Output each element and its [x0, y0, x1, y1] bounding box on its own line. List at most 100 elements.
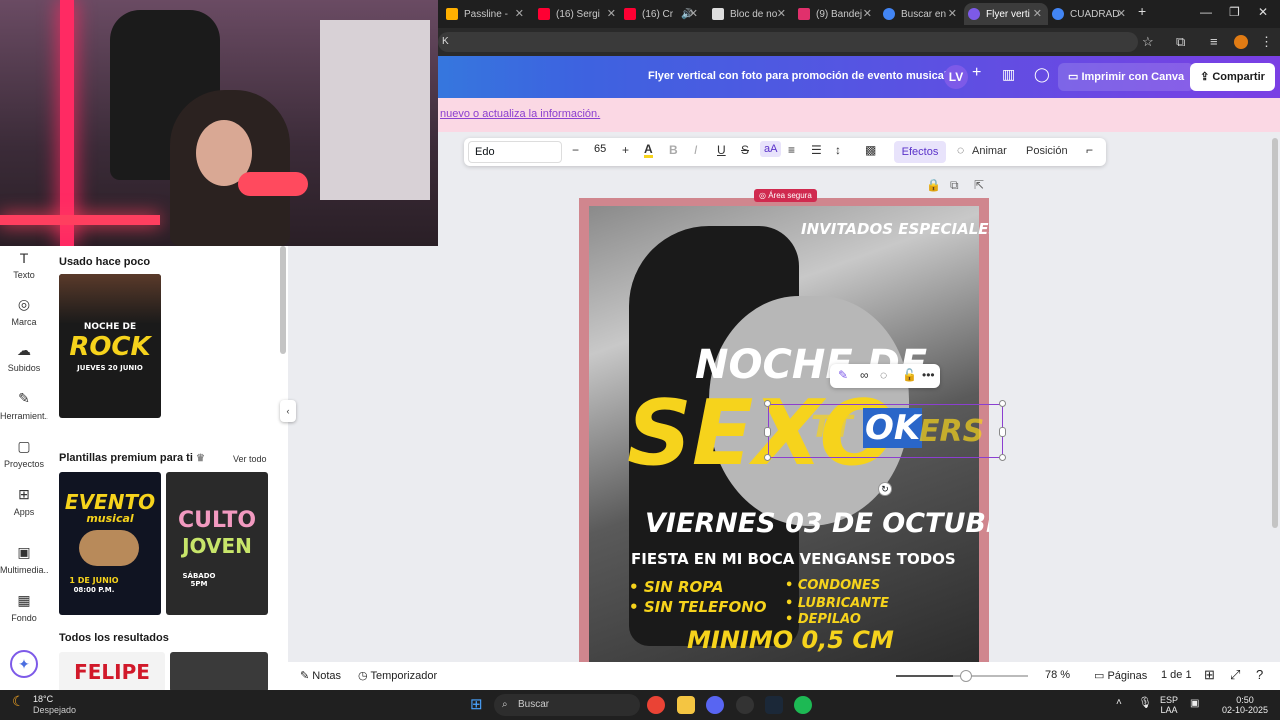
- panel-scrollbar[interactable]: [280, 246, 286, 690]
- bookmark-star-icon[interactable]: ☆: [1142, 34, 1154, 50]
- text-color-icon[interactable]: A: [644, 143, 653, 158]
- tab-google-search[interactable]: Buscar en ✕: [883, 3, 963, 25]
- menu-kebab-icon[interactable]: ⋮: [1260, 34, 1273, 50]
- spacing-icon[interactable]: ↕: [835, 143, 841, 157]
- transparency-icon[interactable]: ▩: [865, 143, 876, 157]
- list-icon[interactable]: ☰: [811, 143, 822, 157]
- tray-expand-icon[interactable]: ˄: [1116, 698, 1122, 708]
- tab-notepad[interactable]: Bloc de no ✕: [712, 3, 792, 25]
- resize-handle-left[interactable]: [764, 427, 771, 437]
- premium-template-card-1[interactable]: EVENTO musical 1 DE JUNIO 08:00 P.M.: [59, 472, 161, 615]
- position-button[interactable]: Posición: [1026, 145, 1068, 157]
- bullet-left-1[interactable]: • SIN ROPA: [629, 578, 724, 596]
- tab-passline[interactable]: Passline - ✕: [446, 3, 530, 25]
- zoom-slider-knob[interactable]: [960, 670, 972, 682]
- result-card-2[interactable]: [170, 652, 268, 690]
- rail-item-uploads[interactable]: ☁ Subidos: [0, 342, 48, 373]
- notes-button[interactable]: ✎ Notas: [300, 669, 341, 682]
- steam-icon[interactable]: [765, 696, 783, 714]
- date-line-text[interactable]: VIERNES 03 DE OCTUBRE: [645, 508, 989, 539]
- notice-link[interactable]: nuevo o actualiza la información.: [440, 108, 600, 120]
- premium-template-card-2[interactable]: CULTO JOVEN SÁBADO 5PM: [166, 472, 268, 615]
- bullet-right-1[interactable]: • CONDONES: [785, 578, 880, 593]
- tab-cuadrado[interactable]: CUADRAD ✕: [1052, 3, 1132, 25]
- bullet-left-2[interactable]: • SIN TELEFONO: [629, 598, 767, 616]
- resize-handle-tl[interactable]: [764, 400, 771, 407]
- tab-youtube-2[interactable]: (16) Cr 🔊 ✕: [624, 3, 704, 25]
- rail-item-media[interactable]: ▣ Multimedia...: [0, 544, 51, 575]
- link-icon[interactable]: ∞: [860, 368, 869, 382]
- strikethrough-icon[interactable]: S: [741, 143, 749, 157]
- rail-item-text[interactable]: T Texto: [0, 250, 48, 280]
- close-icon[interactable]: ✕: [777, 7, 786, 20]
- media-control-icon[interactable]: ≡: [1210, 34, 1218, 49]
- windows-start-icon[interactable]: ⊞: [470, 695, 488, 713]
- align-center-icon[interactable]: ≡: [788, 143, 795, 157]
- tab-instagram[interactable]: (9) Bandej ✕: [798, 3, 878, 25]
- zoom-level[interactable]: 78 %: [1045, 669, 1070, 681]
- print-with-canva-button[interactable]: ▭ Imprimir con Canva: [1058, 63, 1195, 91]
- close-icon[interactable]: ✕: [689, 7, 698, 20]
- fullscreen-icon[interactable]: ⤢: [1230, 667, 1240, 683]
- see-all-link[interactable]: Ver todo: [233, 454, 267, 464]
- discord-icon[interactable]: [706, 696, 724, 714]
- share-button[interactable]: ⇪ Compartir: [1190, 63, 1275, 91]
- network-icon[interactable]: ▣: [1190, 699, 1199, 709]
- animate-button[interactable]: Animar: [972, 145, 1007, 157]
- add-collaborator-icon[interactable]: +: [972, 64, 981, 82]
- special-guests-text[interactable]: INVITADOS ESPECIALES: [801, 220, 989, 238]
- resize-handle-bl[interactable]: [764, 454, 771, 461]
- close-icon[interactable]: ✕: [948, 7, 957, 20]
- profile-avatar[interactable]: [1234, 35, 1248, 49]
- url-field[interactable]: K: [438, 32, 1138, 52]
- close-window-button[interactable]: ✕: [1258, 5, 1268, 19]
- decrease-font-size-button[interactable]: −: [572, 143, 579, 157]
- case-icon[interactable]: aA: [760, 141, 782, 157]
- increase-font-size-button[interactable]: +: [622, 143, 629, 157]
- bullet-right-2[interactable]: • LUBRICANTE: [785, 596, 889, 611]
- help-icon[interactable]: ?: [1256, 667, 1263, 682]
- close-icon[interactable]: ✕: [515, 7, 524, 20]
- minimize-button[interactable]: —: [1200, 5, 1212, 19]
- rail-item-background[interactable]: ▦ Fondo: [0, 592, 48, 623]
- extensions-icon[interactable]: ⧉: [1176, 34, 1185, 50]
- comment-icon[interactable]: ◯: [1034, 66, 1050, 83]
- canvas-scrollbar[interactable]: [1272, 138, 1278, 528]
- maximize-button[interactable]: ❐: [1229, 5, 1240, 19]
- lock-page-icon[interactable]: 🔒: [926, 178, 941, 192]
- bullet-right-3[interactable]: • DEPILAO: [785, 612, 861, 627]
- underline-icon[interactable]: U: [717, 143, 726, 157]
- rotate-icon[interactable]: ↻: [878, 482, 892, 496]
- italic-icon[interactable]: I: [694, 143, 697, 157]
- insights-icon[interactable]: ▥: [1002, 66, 1015, 83]
- spotify-icon[interactable]: [794, 696, 812, 714]
- add-page-icon[interactable]: ⇱: [974, 178, 984, 192]
- text-selection-box[interactable]: [768, 404, 1003, 458]
- rail-item-brand[interactable]: ◎ Marca: [0, 296, 48, 327]
- tab-youtube-1[interactable]: (16) Sergi ✕: [538, 3, 622, 25]
- rail-item-projects[interactable]: ▢ Proyectos: [0, 438, 48, 469]
- lock-icon[interactable]: 🔓: [902, 368, 917, 382]
- pages-button[interactable]: ▭ Páginas: [1094, 669, 1147, 682]
- magic-edit-icon[interactable]: ✎: [838, 368, 848, 382]
- tab-flyer-active[interactable]: Flyer verti ✕: [964, 3, 1048, 25]
- effects-button[interactable]: Efectos: [894, 141, 946, 163]
- tagline-text[interactable]: FIESTA EN MI BOCA VENGANSE TODOS: [631, 550, 956, 568]
- close-icon[interactable]: ✕: [863, 7, 872, 20]
- bold-icon[interactable]: B: [669, 143, 678, 157]
- microphone-icon[interactable]: 🎙: [1138, 698, 1152, 709]
- resize-handle-right[interactable]: [999, 427, 1006, 437]
- close-icon[interactable]: ✕: [1033, 7, 1042, 20]
- clock[interactable]: 0:50 02-10-2025: [1222, 695, 1268, 715]
- file-explorer-icon[interactable]: [677, 696, 695, 714]
- magic-assistant-icon[interactable]: ✦: [10, 650, 38, 678]
- avatar[interactable]: LV: [944, 65, 968, 89]
- close-icon[interactable]: ✕: [607, 7, 616, 20]
- timer-button[interactable]: ◷ Temporizador: [358, 669, 437, 682]
- collapse-panel-button[interactable]: ‹: [280, 400, 296, 422]
- recent-template-card[interactable]: NOCHE DE ROCK JUEVES 20 JUNIO: [59, 274, 161, 418]
- grid-view-icon[interactable]: ⊞: [1204, 667, 1215, 683]
- chrome-icon[interactable]: [647, 696, 665, 714]
- language-indicator[interactable]: ESP LAA: [1160, 695, 1178, 715]
- taskbar-search[interactable]: ⌕ Buscar: [494, 694, 640, 716]
